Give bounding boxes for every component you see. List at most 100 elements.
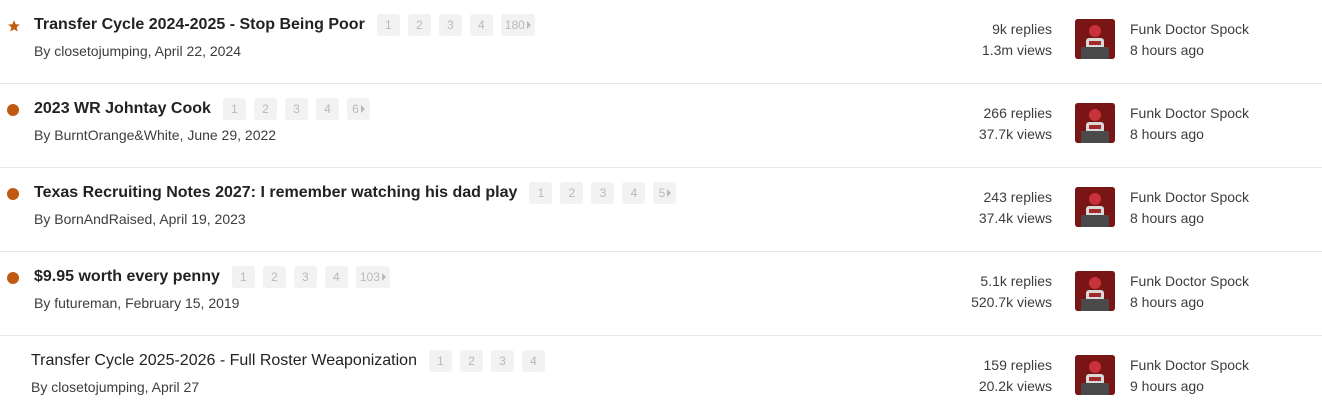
topic-byline: By BurntOrange&White, June 29, 2022	[34, 127, 277, 143]
avatar-image-icon	[1075, 19, 1115, 59]
unread-dot-icon	[7, 188, 19, 200]
last-poster-link[interactable]: Funk Doctor Spock	[1130, 19, 1249, 40]
author-link[interactable]: BurntOrange&White	[54, 127, 179, 143]
view-count: 37.7k views	[978, 126, 1052, 142]
page-link[interactable]: 2	[407, 14, 431, 36]
page-link[interactable]: 1	[529, 182, 553, 204]
last-post-time[interactable]: 8 hours ago	[1130, 208, 1249, 229]
last-post-info: Funk Doctor Spock 8 hours ago	[1130, 103, 1249, 145]
avatar[interactable]	[1075, 355, 1115, 395]
page-link[interactable]: 3	[490, 350, 514, 372]
author-link[interactable]: BornAndRaised	[54, 211, 152, 227]
view-count: 20.2k views	[978, 378, 1052, 394]
topic-byline: By closetojumping, April 27	[31, 379, 200, 395]
page-link[interactable]: 3	[293, 266, 317, 288]
avatar[interactable]	[1075, 19, 1115, 59]
page-link[interactable]: 3	[284, 98, 308, 120]
view-count: 37.4k views	[978, 210, 1052, 226]
page-link[interactable]: 180	[500, 14, 535, 36]
pagination: 1 2 3 4 180	[376, 14, 535, 36]
reply-count: 243 replies	[983, 189, 1053, 205]
page-link[interactable]: 1	[428, 350, 452, 372]
author-link[interactable]: futureman	[54, 295, 117, 311]
topic-date: June 29, 2022	[187, 127, 277, 143]
avatar-image-icon	[1075, 187, 1115, 227]
pagination: 1234	[428, 350, 545, 372]
page-link[interactable]: 1	[231, 266, 255, 288]
pagination: 12346	[222, 98, 370, 120]
last-post-time[interactable]: 8 hours ago	[1130, 124, 1249, 145]
view-count: 520.7k views	[971, 294, 1052, 310]
page-link[interactable]: 4	[469, 14, 493, 36]
topic-title[interactable]: Transfer Cycle 2024-2025 - Stop Being Po…	[34, 16, 365, 34]
reply-count: 5.1k replies	[980, 273, 1052, 289]
topic-date: April 27	[151, 379, 200, 395]
page-link[interactable]: 2	[459, 350, 483, 372]
avatar-image-icon	[1075, 271, 1115, 311]
topic-stats: 5.1k replies 520.7k views	[971, 271, 1052, 313]
topic-row: 2023 WR Johntay Cook 12346 By BurntOrang…	[0, 84, 1322, 168]
topic-title[interactable]: 2023 WR Johntay Cook	[34, 100, 211, 118]
topic-title[interactable]: Transfer Cycle 2025-2026 - Full Roster W…	[31, 352, 417, 370]
pagination: 1 2 3 4 103	[231, 266, 390, 288]
page-link[interactable]: 3	[438, 14, 462, 36]
topic-date: February 15, 2019	[125, 295, 240, 311]
last-post-info: Funk Doctor Spock 8 hours ago	[1130, 19, 1249, 61]
last-poster-link[interactable]: Funk Doctor Spock	[1130, 355, 1249, 376]
topic-stats: 9k replies 1.3m views	[982, 19, 1052, 61]
reply-count: 266 replies	[983, 105, 1053, 121]
avatar[interactable]	[1075, 103, 1115, 143]
caret-right-icon	[360, 105, 365, 113]
avatar[interactable]	[1075, 271, 1115, 311]
page-link[interactable]: 1	[222, 98, 246, 120]
topic-byline: By closetojumping, April 22, 2024	[34, 43, 242, 59]
last-post-time[interactable]: 8 hours ago	[1130, 40, 1249, 61]
caret-right-icon	[667, 189, 672, 197]
topic-date: April 19, 2023	[159, 211, 246, 227]
unread-dot-icon	[7, 272, 19, 284]
topic-row: Transfer Cycle 2024-2025 - Stop Being Po…	[0, 0, 1322, 84]
reply-count: 9k replies	[992, 21, 1052, 37]
page-link[interactable]: 2	[560, 182, 584, 204]
page-link[interactable]: 4	[315, 98, 339, 120]
page-link[interactable]: 103	[355, 266, 390, 288]
author-link[interactable]: closetojumping	[54, 43, 147, 59]
page-link[interactable]: 4	[521, 350, 545, 372]
pagination: 12345	[529, 182, 677, 204]
caret-right-icon	[526, 21, 531, 29]
last-post-time[interactable]: 9 hours ago	[1130, 376, 1249, 397]
topic-row: Texas Recruiting Notes 2027: I remember …	[0, 168, 1322, 252]
topic-row: $9.95 worth every penny 1 2 3 4 103 By futur…	[0, 252, 1322, 336]
page-link[interactable]: 5	[653, 182, 677, 204]
star-icon	[8, 20, 20, 32]
topic-byline: By BornAndRaised, April 19, 2023	[34, 211, 246, 227]
last-post-info: Funk Doctor Spock 8 hours ago	[1130, 271, 1249, 313]
page-link[interactable]: 6	[346, 98, 370, 120]
topic-stats: 243 replies 37.4k views	[979, 187, 1052, 229]
last-post-info: Funk Doctor Spock 9 hours ago	[1130, 355, 1249, 397]
topic-stats: 266 replies 37.7k views	[979, 103, 1052, 145]
last-poster-link[interactable]: Funk Doctor Spock	[1130, 103, 1249, 124]
last-poster-link[interactable]: Funk Doctor Spock	[1130, 271, 1249, 292]
unread-dot-icon	[7, 104, 19, 116]
page-link[interactable]: 4	[622, 182, 646, 204]
topic-title[interactable]: Texas Recruiting Notes 2027: I remember …	[34, 184, 517, 202]
page-link[interactable]: 2	[253, 98, 277, 120]
topic-stats: 159 replies 20.2k views	[979, 355, 1052, 397]
topic-title[interactable]: $9.95 worth every penny	[34, 268, 220, 286]
topic-date: April 22, 2024	[154, 43, 242, 59]
page-link[interactable]: 4	[324, 266, 348, 288]
page-link[interactable]: 1	[376, 14, 400, 36]
topic-row: Transfer Cycle 2025-2026 - Full Roster W…	[0, 336, 1322, 420]
avatar-image-icon	[1075, 103, 1115, 143]
avatar-image-icon	[1075, 355, 1115, 395]
last-post-time[interactable]: 8 hours ago	[1130, 292, 1249, 313]
avatar[interactable]	[1075, 187, 1115, 227]
last-post-info: Funk Doctor Spock 8 hours ago	[1130, 187, 1249, 229]
page-link[interactable]: 2	[262, 266, 286, 288]
page-link[interactable]: 3	[591, 182, 615, 204]
last-poster-link[interactable]: Funk Doctor Spock	[1130, 187, 1249, 208]
reply-count: 159 replies	[983, 357, 1053, 373]
caret-right-icon	[381, 273, 386, 281]
author-link[interactable]: closetojumping	[51, 379, 144, 395]
